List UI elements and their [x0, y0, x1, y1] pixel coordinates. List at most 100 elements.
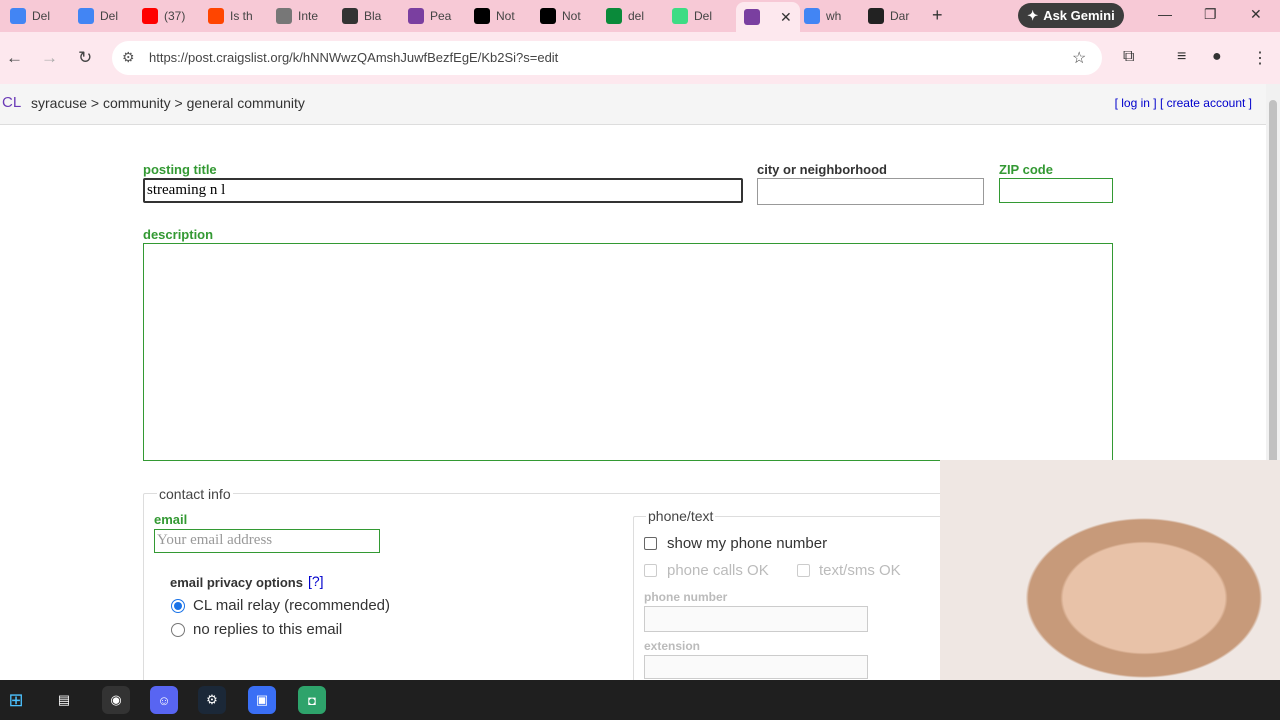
create-account-link[interactable]: [ create account ] — [1160, 96, 1252, 110]
tab-label: del — [628, 9, 645, 23]
windows-start-icon[interactable]: ⊞ — [2, 686, 30, 714]
ask-gemini-button[interactable]: ✦ Ask Gemini — [1018, 3, 1124, 28]
browser-tab[interactable]: Is th — [208, 4, 253, 28]
tab-label: (37) — [164, 9, 186, 23]
show-phone-checkbox[interactable] — [644, 537, 657, 550]
email-privacy-label: email privacy options — [170, 575, 303, 590]
phone-legend: phone/text — [646, 508, 716, 524]
new-tab-button[interactable]: + — [932, 5, 943, 26]
browser-tab[interactable]: Del — [672, 4, 712, 28]
extensions-icon[interactable]: ⧉ — [1123, 48, 1134, 66]
cl-mail-relay-radio[interactable] — [171, 599, 185, 613]
browser-tab[interactable]: ✕ — [736, 2, 800, 32]
scrollbar-thumb[interactable] — [1269, 100, 1277, 480]
description-label: description — [143, 227, 214, 242]
tab-label: Bla — [364, 9, 382, 23]
tab-label: Del — [100, 9, 119, 23]
tab-favicon-icon — [744, 9, 760, 25]
cl-mail-relay-label[interactable]: CL mail relay (recommended) — [193, 597, 390, 614]
browser-tab[interactable]: Bla — [342, 4, 381, 28]
profile-icon[interactable]: ● — [1212, 48, 1222, 66]
tab-favicon-icon — [10, 8, 26, 24]
tab-favicon-icon — [78, 8, 94, 24]
minimize-icon[interactable]: — — [1158, 6, 1172, 22]
privacy-help-link[interactable]: [?] — [308, 573, 324, 589]
city-label: city or neighborhood — [757, 162, 887, 177]
no-replies-radio[interactable] — [171, 623, 185, 637]
tab-favicon-icon — [804, 8, 820, 24]
url-text[interactable]: https://post.craigslist.org/k/hNNWwzQAms… — [149, 50, 558, 65]
tab-label: Is th — [230, 9, 253, 23]
zip-label: ZIP code — [999, 162, 1053, 177]
steam-icon[interactable]: ⚙ — [198, 686, 226, 714]
browser-tab[interactable]: wh — [804, 4, 841, 28]
tab-favicon-icon — [474, 8, 490, 24]
tab-label: Del — [694, 9, 713, 23]
browser-tab[interactable]: Pea — [408, 4, 451, 28]
zip-input[interactable] — [999, 178, 1113, 203]
phone-calls-checkbox[interactable] — [644, 564, 657, 577]
browser-tab[interactable]: del — [606, 4, 644, 28]
breadcrumb[interactable]: syracuse > community > general community — [31, 95, 305, 111]
email-input[interactable]: Your email address — [154, 529, 380, 553]
back-icon[interactable]: ← — [6, 48, 23, 68]
gemini-icon: ✦ — [1027, 7, 1039, 23]
tab-label: Del — [32, 9, 51, 23]
phone-calls-label: phone calls OK — [667, 562, 769, 579]
city-input[interactable] — [757, 178, 984, 205]
app-icon[interactable]: ◘ — [298, 686, 326, 714]
tab-favicon-icon — [408, 8, 424, 24]
browser-tab[interactable]: Not — [474, 4, 515, 28]
close-tab-icon[interactable]: ✕ — [780, 9, 792, 26]
browser-tab[interactable]: Del — [78, 4, 118, 28]
phone-number-label: phone number — [644, 590, 728, 604]
close-window-icon[interactable]: ✕ — [1250, 6, 1262, 23]
webcam-overlay — [940, 460, 1280, 690]
restore-icon[interactable]: ❐ — [1204, 6, 1217, 23]
description-textarea[interactable] — [143, 243, 1113, 461]
media-icon[interactable]: ≡ — [1177, 48, 1186, 66]
ask-gemini-label: Ask Gemini — [1043, 8, 1115, 23]
discord-icon[interactable]: ☺ — [150, 686, 178, 714]
tab-favicon-icon — [540, 8, 556, 24]
browser-tab[interactable]: Inte — [276, 4, 318, 28]
roblox-icon[interactable]: ▣ — [248, 686, 276, 714]
menu-icon[interactable]: ⋮ — [1252, 48, 1268, 68]
tab-label: Pea — [430, 9, 452, 23]
log-in-link[interactable]: [ log in ] — [1115, 96, 1157, 110]
reload-icon[interactable]: ↻ — [78, 48, 92, 68]
text-sms-label: text/sms OK — [819, 562, 901, 579]
phone-number-input[interactable] — [644, 606, 868, 632]
taskbar — [0, 680, 1280, 720]
tab-label: Dar — [890, 9, 910, 23]
tab-label: wh — [826, 9, 842, 23]
text-sms-checkbox[interactable] — [797, 564, 810, 577]
email-label: email — [154, 512, 188, 527]
tab-favicon-icon — [868, 8, 884, 24]
account-links: [ log in ] [ create account ] — [1115, 96, 1252, 110]
task-view-icon[interactable]: ▤ — [50, 686, 78, 714]
extension-input[interactable] — [644, 655, 868, 679]
browser-tab[interactable]: Dar — [868, 4, 909, 28]
tab-favicon-icon — [606, 8, 622, 24]
browser-tab[interactable]: (37) — [142, 4, 185, 28]
tab-favicon-icon — [276, 8, 292, 24]
site-info-icon[interactable]: ⚙ — [122, 49, 135, 66]
tab-favicon-icon — [142, 8, 158, 24]
forward-icon[interactable]: → — [41, 48, 58, 68]
browser-tab[interactable]: Del — [10, 4, 50, 28]
tab-favicon-icon — [342, 8, 358, 24]
posting-title-input[interactable]: streaming n l — [143, 178, 743, 203]
tab-label: Not — [562, 9, 581, 23]
browser-tab[interactable]: Not — [540, 4, 581, 28]
extension-label: extension — [644, 639, 701, 653]
cl-logo[interactable]: CL — [2, 94, 21, 111]
tab-label: Not — [496, 9, 515, 23]
tab-favicon-icon — [672, 8, 688, 24]
bookmark-star-icon[interactable]: ☆ — [1072, 48, 1086, 68]
tab-favicon-icon — [208, 8, 224, 24]
no-replies-label[interactable]: no replies to this email — [193, 621, 342, 638]
chrome-icon[interactable]: ◉ — [102, 686, 130, 714]
show-phone-label[interactable]: show my phone number — [667, 535, 827, 552]
posting-title-label: posting title — [143, 162, 217, 177]
